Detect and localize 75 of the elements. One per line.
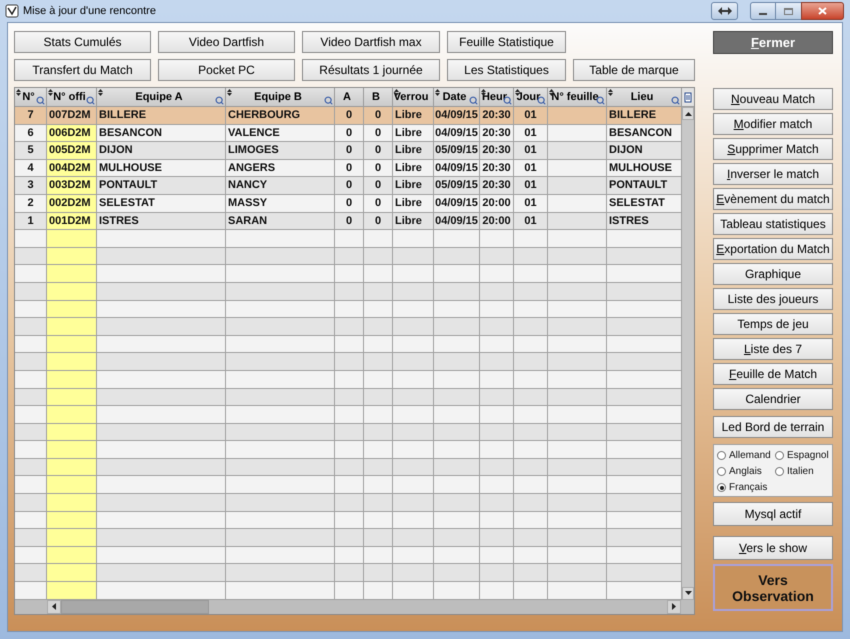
side-button[interactable]: Liste des 7 [713, 338, 833, 360]
toolbar-button[interactable]: Pocket PC [158, 59, 295, 81]
side-button[interactable]: Calendrier [713, 388, 833, 410]
show-button[interactable]: Vers le show [713, 536, 833, 560]
side-button[interactable]: Evènement du match [713, 188, 833, 210]
left-arrow-icon [52, 603, 56, 610]
radio-button[interactable] [717, 467, 726, 476]
close-button[interactable] [801, 2, 844, 20]
side-button[interactable]: Exportation du Match [713, 238, 833, 260]
language-radio[interactable]: Anglais [717, 464, 775, 479]
toolbar-button[interactable]: Transfert du Match [14, 59, 151, 81]
side-button[interactable]: Tableau statistiques [713, 213, 833, 235]
toolbar-button[interactable]: Video Dartfish [158, 31, 295, 53]
table-cell: 005D2M [47, 142, 97, 160]
table-row[interactable]: 3 003D2M PONTAULT NANCY 0 0 Libre 05/09/15 20:30 01 PONTAULT [15, 177, 682, 195]
toolbar-button[interactable]: Les Statistiques [447, 59, 566, 81]
close-button[interactable]: Fermer [713, 31, 833, 54]
observation-button[interactable]: Vers Observation [713, 564, 833, 611]
table-row[interactable]: 4 004D2M MULHOUSE ANGERS 0 0 Libre 04/09/15 20:30 01 MULHOUSE [15, 160, 682, 178]
side-button[interactable]: Modifier match [713, 113, 833, 135]
led-button[interactable]: Led Bord de terrain [713, 416, 833, 438]
language-radio[interactable]: Français [717, 480, 775, 495]
table-cell: 003D2M [47, 177, 97, 195]
toolbar-button[interactable]: Video Dartfish max [302, 31, 440, 53]
scroll-down-button[interactable] [682, 586, 694, 600]
sort-icon [549, 89, 554, 96]
sort-icon [16, 89, 21, 96]
table-row[interactable]: 5 005D2M DIJON LIMOGES 0 0 Libre 05/09/15 20:30 01 DIJON [15, 142, 682, 160]
side-button[interactable]: Graphique [713, 263, 833, 285]
close-icon [818, 7, 827, 15]
scroll-up-button[interactable] [682, 107, 694, 120]
toolbar-button[interactable]: Résultats 1 journée [302, 59, 440, 81]
table-cell: 006D2M [47, 124, 97, 142]
table-row[interactable]: 6 006D2M BESANCON VALENCE 0 0 Libre 04/09/15 20:30 01 BESANCON [15, 124, 682, 142]
table-row[interactable]: 2 002D2M SELESTAT MASSY 0 0 Libre 04/09/15 20:00 01 SELESTAT [15, 194, 682, 213]
window-title: Mise à jour d'une rencontre [23, 4, 156, 19]
scroll-left-button[interactable] [47, 600, 61, 614]
toolbar-button[interactable]: Feuille Statistique [447, 31, 566, 53]
sort-icon [435, 89, 440, 96]
toolbar-button[interactable]: Table de marque [573, 59, 695, 81]
down-arrow-icon [684, 591, 692, 596]
minimize-button[interactable] [750, 2, 776, 20]
side-button[interactable]: Feuille de Match [713, 363, 833, 385]
radio-button[interactable] [775, 451, 784, 460]
table-cell: 004D2M [47, 160, 97, 178]
column-chooser-icon[interactable] [684, 92, 692, 102]
double-arrow-icon [718, 7, 732, 15]
scroll-right-button[interactable] [667, 600, 681, 614]
language-radio[interactable]: Italien [775, 464, 833, 479]
toolbar-button[interactable]: Stats Cumulés [14, 31, 151, 53]
sort-icon [98, 89, 103, 96]
side-button[interactable]: Supprimer Match [713, 138, 833, 160]
maximize-button[interactable] [776, 2, 801, 20]
side-button[interactable]: Nouveau Match [713, 88, 833, 110]
sort-icon [48, 89, 53, 96]
scrollbar-thumb[interactable] [61, 600, 209, 614]
radio-button[interactable] [717, 451, 726, 460]
up-arrow-icon [684, 112, 692, 116]
table-cell: 001D2M [47, 212, 97, 230]
mysql-button[interactable]: Mysql actif [713, 502, 833, 526]
right-arrow-icon [672, 603, 676, 610]
sort-icon [608, 89, 613, 96]
resize-button[interactable] [711, 2, 738, 20]
table-row[interactable]: 7 007D2M BILLERE CHERBOURG 0 0 Libre 04/09/15 20:30 01 BILLERE [15, 107, 682, 125]
side-button[interactable]: Inverser le match [713, 163, 833, 185]
language-radio[interactable]: Espagnol [775, 448, 833, 463]
sort-icon [227, 89, 232, 96]
side-button[interactable]: Temps de jeu [713, 313, 833, 335]
radio-button[interactable] [775, 467, 784, 476]
language-radio[interactable]: Allemand [717, 448, 775, 463]
radio-button[interactable] [717, 483, 726, 492]
table-row[interactable]: 1 001D2M ISTRES SARAN 0 0 Libre 04/09/15 20:00 01 ISTRES [15, 212, 682, 230]
app-icon [5, 4, 19, 18]
side-button[interactable]: Liste des joueurs [713, 288, 833, 310]
table-cell: 002D2M [47, 194, 97, 213]
